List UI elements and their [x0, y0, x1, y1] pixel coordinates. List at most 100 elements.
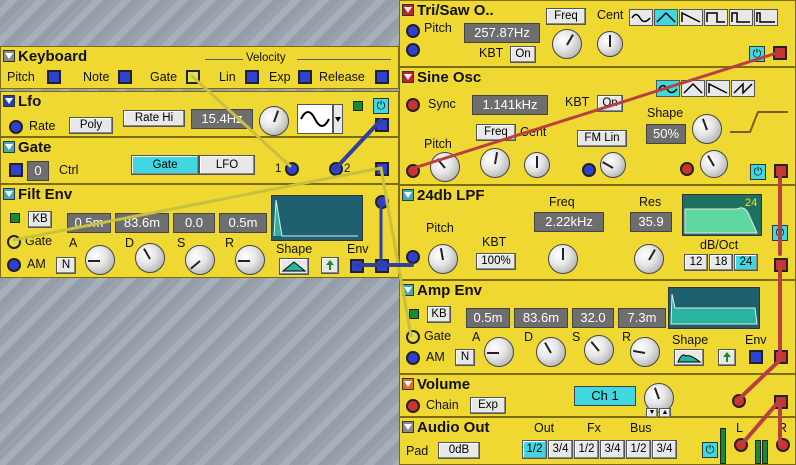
- res-display[interactable]: 35.9: [630, 212, 672, 232]
- release-display[interactable]: 0.5m: [219, 213, 267, 233]
- pitch-output-jack[interactable]: [47, 70, 61, 84]
- sustain-display[interactable]: 32.0: [572, 308, 614, 328]
- cent-knob[interactable]: [597, 31, 623, 57]
- out-34-button[interactable]: 3/4: [548, 440, 573, 459]
- wave-sine-button[interactable]: [629, 9, 653, 26]
- am-input-jack[interactable]: [680, 162, 694, 176]
- lin-output-jack[interactable]: [245, 70, 259, 84]
- ctrl-display[interactable]: 0: [27, 161, 49, 181]
- collapse-icon[interactable]: [3, 188, 15, 200]
- shape-display[interactable]: 50%: [646, 124, 686, 144]
- am-input-jack[interactable]: [406, 351, 420, 365]
- collapse-icon[interactable]: [402, 378, 414, 390]
- rate-input-jack[interactable]: [9, 120, 23, 134]
- sustain-knob[interactable]: [185, 245, 215, 275]
- wave-saw-button[interactable]: [679, 9, 703, 26]
- pad-button[interactable]: 0dB: [438, 442, 480, 459]
- chain-input-jack[interactable]: [406, 399, 420, 413]
- release-display[interactable]: 7.3m: [618, 308, 666, 328]
- mute-power-button[interactable]: ⏻: [702, 442, 718, 458]
- rate-hi-button[interactable]: Rate Hi: [123, 110, 185, 127]
- shape-knob[interactable]: [692, 114, 722, 144]
- volume-input-jack[interactable]: [732, 394, 746, 408]
- collapse-icon[interactable]: [402, 421, 414, 433]
- sustain-display[interactable]: 0.0: [173, 213, 215, 233]
- gate-input-jack[interactable]: [406, 330, 420, 344]
- collapse-icon[interactable]: [402, 4, 414, 16]
- slope-18-button[interactable]: 18: [709, 254, 733, 271]
- fx-34-button[interactable]: 3/4: [600, 440, 625, 459]
- kb-button[interactable]: KB: [28, 211, 52, 228]
- bus-12-button[interactable]: 1/2: [626, 440, 651, 459]
- pitch-input-jack[interactable]: [406, 24, 420, 38]
- channel-display[interactable]: Ch 1: [574, 386, 636, 406]
- exp-output-jack[interactable]: [298, 70, 312, 84]
- fm-input-jack[interactable]: [582, 163, 596, 177]
- attack-knob[interactable]: [484, 337, 514, 367]
- rate-display[interactable]: 15.4Hz: [191, 109, 253, 129]
- lfo-mode-button[interactable]: LFO: [199, 155, 255, 175]
- poly-button[interactable]: Poly: [69, 117, 113, 134]
- wave-pulse2-button[interactable]: [729, 9, 753, 26]
- shape-saw-button[interactable]: [706, 80, 730, 97]
- collapse-icon[interactable]: [402, 284, 414, 296]
- release-knob[interactable]: [235, 245, 265, 275]
- env-output-sq-jack[interactable]: [350, 259, 364, 273]
- lfo-output-jack[interactable]: [375, 118, 389, 132]
- slope-24-button[interactable]: 24: [734, 254, 758, 271]
- input2-jack[interactable]: [329, 162, 343, 176]
- decay-display[interactable]: 83.6m: [514, 308, 568, 328]
- wave-triangle-button[interactable]: [654, 9, 678, 26]
- slope-12-button[interactable]: 12: [684, 254, 708, 271]
- attack-display[interactable]: 0.5m: [67, 213, 111, 233]
- collapse-icon[interactable]: [3, 141, 15, 153]
- left-input-jack[interactable]: [734, 438, 748, 452]
- wave-pulse3-button[interactable]: [754, 9, 778, 26]
- n-button[interactable]: N: [56, 257, 76, 274]
- pitch-knob[interactable]: [428, 244, 458, 274]
- kbt-input-jack[interactable]: [406, 43, 420, 57]
- release-output-jack[interactable]: [375, 70, 389, 84]
- freq-display[interactable]: 1.141kHz: [472, 95, 548, 115]
- invert-button[interactable]: [321, 257, 339, 274]
- filt-env-output-jack[interactable]: [375, 259, 389, 273]
- input1-jack[interactable]: [285, 162, 299, 176]
- shape-button[interactable]: [674, 349, 704, 366]
- collapse-icon[interactable]: [3, 50, 15, 62]
- shape-button[interactable]: [279, 258, 309, 275]
- shape-sine-button[interactable]: [656, 80, 680, 97]
- am-knob[interactable]: [700, 150, 728, 178]
- right-input-jack[interactable]: [776, 438, 790, 452]
- fm-lin-button[interactable]: FM Lin: [577, 130, 627, 147]
- freq-mode-button[interactable]: Freq: [476, 124, 516, 141]
- pitch-input-jack[interactable]: [406, 164, 420, 178]
- freq-knob[interactable]: [548, 244, 578, 274]
- mute-power-button[interactable]: ⏻: [750, 164, 766, 180]
- wave-pulse1-button[interactable]: [704, 9, 728, 26]
- gate-input-jack[interactable]: [7, 235, 21, 249]
- mute-power-button[interactable]: ⏻: [373, 98, 389, 114]
- freq-knob[interactable]: [480, 148, 510, 178]
- kb-button[interactable]: KB: [427, 306, 451, 323]
- note-output-jack[interactable]: [118, 70, 132, 84]
- kbt-button[interactable]: 100%: [476, 253, 516, 270]
- exp-button[interactable]: Exp: [470, 397, 506, 414]
- attack-knob[interactable]: [85, 245, 115, 275]
- rate-knob[interactable]: [259, 106, 289, 136]
- collapse-icon[interactable]: [402, 189, 414, 201]
- gate-output-jack[interactable]: [375, 162, 389, 176]
- fx-12-button[interactable]: 1/2: [574, 440, 599, 459]
- collapse-icon[interactable]: [3, 95, 15, 107]
- osc-output-jack[interactable]: [773, 46, 787, 60]
- mute-power-button[interactable]: ⏻: [772, 225, 788, 241]
- fm-knob[interactable]: [600, 152, 626, 178]
- release-knob[interactable]: [630, 337, 660, 367]
- kbt-button[interactable]: On: [510, 46, 536, 63]
- gate-output-jack[interactable]: [186, 70, 200, 84]
- shape-tri-button[interactable]: [681, 80, 705, 97]
- kbt-button[interactable]: On: [597, 95, 623, 112]
- pitch-knob[interactable]: [430, 152, 460, 182]
- sustain-knob[interactable]: [584, 335, 614, 365]
- osc-output-jack[interactable]: [774, 164, 788, 178]
- gate-mode-button[interactable]: Gate: [131, 155, 199, 175]
